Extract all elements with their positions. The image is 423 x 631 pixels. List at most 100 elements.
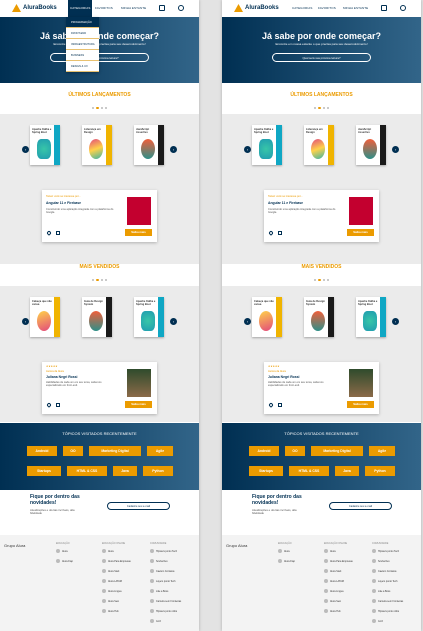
- footer-link[interactable]: Like a Boss: [150, 589, 168, 593]
- topic-chip[interactable]: HTML & CSS: [67, 466, 107, 476]
- bag-icon[interactable]: [278, 231, 282, 235]
- book-cover[interactable]: JavaScript Assertivo: [134, 125, 164, 165]
- footer-link[interactable]: Alura Sesi: [102, 599, 119, 603]
- topic-chip[interactable]: Agile: [147, 446, 173, 456]
- nav-categorias[interactable]: CATEGORIAS: [292, 6, 312, 10]
- dropdown-item[interactable]: INFRAESTRUTURA: [66, 39, 99, 50]
- topic-chip[interactable]: Java: [335, 466, 359, 476]
- user-icon[interactable]: [178, 5, 184, 11]
- next-arrow-icon[interactable]: ›: [170, 318, 177, 325]
- footer-link[interactable]: GUJ: [150, 619, 161, 623]
- footer-link[interactable]: Carreira sem Fronteiras: [372, 599, 403, 603]
- footer-link[interactable]: Alura: [56, 549, 68, 553]
- bag-icon[interactable]: [381, 5, 387, 11]
- bag-icon[interactable]: [56, 403, 60, 407]
- heart-icon[interactable]: [268, 402, 274, 408]
- book-cover[interactable]: Liderança em Design: [304, 125, 334, 165]
- dropdown-item[interactable]: PROGRAMAÇÃO: [66, 17, 99, 28]
- footer-link[interactable]: Hipsters ponto Jobs: [372, 609, 399, 613]
- next-arrow-icon[interactable]: ›: [170, 146, 177, 153]
- footer-link[interactable]: Alura Lingua: [324, 589, 343, 593]
- topic-chip[interactable]: Marketing Digital: [89, 446, 141, 456]
- book-cover[interactable]: Apache Kafka e Spring Boot: [30, 125, 60, 165]
- footer-link[interactable]: Alura Fiap: [56, 559, 73, 563]
- carousel-dots[interactable]: [222, 279, 421, 282]
- footer-link[interactable]: Alura Para Empresas: [102, 559, 131, 563]
- email-field[interactable]: Cadastre seu e-mail: [107, 502, 170, 510]
- footer-link[interactable]: Scuba Dev: [372, 559, 390, 563]
- topic-chip[interactable]: Startups: [249, 466, 283, 476]
- footer-link[interactable]: Layers ponto Tech: [150, 579, 176, 583]
- heart-icon[interactable]: [46, 230, 52, 236]
- carousel-dots[interactable]: [222, 107, 421, 110]
- bag-icon[interactable]: [159, 5, 165, 11]
- nav-estante[interactable]: MINHA ESTANTE: [121, 6, 146, 10]
- book-cover[interactable]: Guia de Design System: [304, 297, 334, 337]
- next-arrow-icon[interactable]: ›: [392, 146, 399, 153]
- carousel-dots[interactable]: [0, 279, 199, 282]
- footer-link[interactable]: Layers ponto Tech: [372, 579, 398, 583]
- user-icon[interactable]: [400, 5, 406, 11]
- topic-chip[interactable]: HTML & CSS: [289, 466, 329, 476]
- topic-chip[interactable]: Java: [113, 466, 137, 476]
- heart-icon[interactable]: [268, 230, 274, 236]
- bag-icon[interactable]: [278, 403, 282, 407]
- buy-button[interactable]: Saiba mais: [347, 229, 374, 236]
- prev-arrow-icon[interactable]: ‹: [244, 318, 251, 325]
- footer-link[interactable]: Like a Boss: [372, 589, 390, 593]
- footer-link[interactable]: Alura LATAM: [324, 579, 344, 583]
- footer-link[interactable]: Alura: [324, 549, 336, 553]
- footer-link[interactable]: Carreira sem Fronteiras: [150, 599, 181, 603]
- footer-link[interactable]: Hipsters ponto Tech: [372, 549, 399, 553]
- book-cover[interactable]: Cabeça que não cansa: [30, 297, 60, 337]
- book-cover[interactable]: Liderança em Design: [82, 125, 112, 165]
- dropdown-item[interactable]: DESIGN & UX: [66, 61, 99, 72]
- footer-link[interactable]: Alura Hub: [102, 609, 119, 613]
- book-cover[interactable]: Cabeça que não cansa: [252, 297, 282, 337]
- topic-chip[interactable]: Agile: [369, 446, 395, 456]
- topic-chip[interactable]: Android: [27, 446, 57, 456]
- carousel-dots[interactable]: [0, 107, 199, 110]
- nav-estante[interactable]: MINHA ESTANTE: [343, 6, 368, 10]
- logo[interactable]: AluraBooks: [234, 4, 279, 12]
- footer-link[interactable]: Alura Start: [324, 569, 341, 573]
- footer-link[interactable]: Alura LATAM: [102, 579, 122, 583]
- topic-chip[interactable]: Marketing Digital: [311, 446, 363, 456]
- book-cover[interactable]: Apache Kafka e Spring Boot: [134, 297, 164, 337]
- prev-arrow-icon[interactable]: ‹: [22, 318, 29, 325]
- footer-link[interactable]: Hipsters ponto Jobs: [150, 609, 177, 613]
- book-cover[interactable]: Apache Kafka e Spring Boot: [356, 297, 386, 337]
- dropdown-item[interactable]: FRONT-END: [66, 28, 99, 39]
- topic-chip[interactable]: OO: [285, 446, 305, 456]
- bag-icon[interactable]: [56, 231, 60, 235]
- topic-chip[interactable]: OO: [63, 446, 83, 456]
- footer-link[interactable]: Alura: [102, 549, 114, 553]
- footer-link[interactable]: Alura Start: [102, 569, 119, 573]
- next-arrow-icon[interactable]: ›: [392, 318, 399, 325]
- search-input[interactable]: Qual será sua próxima leitura?: [272, 53, 371, 62]
- footer-link[interactable]: Alura Hub: [324, 609, 341, 613]
- topic-chip[interactable]: Startups: [27, 466, 61, 476]
- buy-button[interactable]: Saiba mais: [125, 401, 152, 408]
- book-cover[interactable]: Apache Kafka e Spring Boot: [252, 125, 282, 165]
- search-input[interactable]: Qual será sua próxima leitura?: [50, 53, 149, 62]
- logo[interactable]: AluraBooks: [12, 4, 57, 12]
- book-cover[interactable]: Guia de Design System: [82, 297, 112, 337]
- prev-arrow-icon[interactable]: ‹: [22, 146, 29, 153]
- nav-favoritos[interactable]: FAVORITOS: [95, 6, 113, 10]
- footer-link[interactable]: Caelum Contatos: [150, 569, 174, 573]
- topic-chip[interactable]: Python: [365, 466, 395, 476]
- buy-button[interactable]: Saiba mais: [125, 229, 152, 236]
- book-cover[interactable]: JavaScript Assertivo: [356, 125, 386, 165]
- footer-link[interactable]: Alura Lingua: [102, 589, 121, 593]
- footer-link[interactable]: Caelum Contatos: [372, 569, 396, 573]
- topic-chip[interactable]: Python: [143, 466, 173, 476]
- footer-link[interactable]: Alura Para Empresas: [324, 559, 353, 563]
- footer-link[interactable]: Alura: [278, 549, 290, 553]
- footer-link[interactable]: Alura Sesi: [324, 599, 341, 603]
- footer-link[interactable]: Hipsters ponto Tech: [150, 549, 177, 553]
- heart-icon[interactable]: [46, 402, 52, 408]
- dropdown-item[interactable]: BUSINESS: [66, 50, 99, 61]
- footer-link[interactable]: GUJ: [372, 619, 383, 623]
- buy-button[interactable]: Saiba mais: [347, 401, 374, 408]
